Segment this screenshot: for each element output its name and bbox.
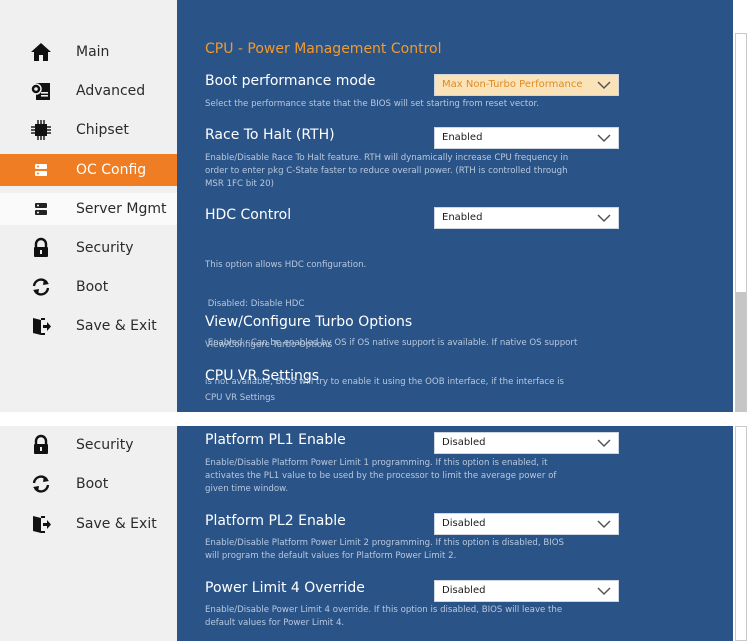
option-description: Enable/Disable Power Limit 4 override. I… (205, 604, 615, 630)
desc-line: will program the default values for Plat… (205, 551, 457, 561)
desc-line: Select the performance state that the BI… (205, 99, 540, 109)
option-name-boot-performance-mode: Boot performance mode (205, 73, 376, 89)
section-title: CPU - Power Management Control (205, 41, 442, 57)
oc-config-icon (30, 159, 52, 181)
option-name-platform-pl2-enable: Platform PL2 Enable (205, 513, 346, 529)
exit-icon (30, 513, 52, 535)
exit-icon (30, 315, 52, 337)
option-name-power-limit-4-override: Power Limit 4 Override (205, 580, 365, 596)
sidebar-item-boot[interactable]: Boot (0, 271, 177, 303)
option-description: Enable/Disable Platform Power Limit 1 pr… (205, 457, 615, 496)
desc-line: MSR 1FC bit 20) (205, 179, 274, 189)
sidebar-item-label: Boot (76, 279, 109, 295)
sidebar-item-label: Server Mgmt (76, 201, 167, 217)
desc-line: CPU VR Settings (205, 393, 276, 403)
dropdown-value: Max Non-Turbo Performance (442, 79, 583, 90)
platform-pl2-enable-dropdown[interactable]: Disabled (434, 513, 619, 535)
refresh-icon (30, 473, 52, 495)
sidebar-item-label: OC Config (76, 162, 147, 178)
desc-line: View/Configure Turbo Options (205, 340, 333, 350)
desc-line: Enable/Disable Platform Power Limit 2 pr… (205, 538, 564, 548)
platform-pl1-enable-dropdown[interactable]: Disabled (434, 432, 619, 454)
option-description: CPU VR Settings (205, 392, 615, 405)
option-description: View/Configure Turbo Options (205, 339, 615, 352)
chip-icon (30, 119, 52, 141)
power-limit-4-override-dropdown[interactable]: Disabled (434, 580, 619, 602)
desc-line: Enable/Disable Platform Power Limit 1 pr… (205, 458, 548, 468)
sidebar-item-label: Security (76, 240, 134, 256)
option-name-platform-pl1-enable: Platform PL1 Enable (205, 432, 346, 448)
chevron-down-icon (597, 214, 611, 223)
sidebar-item-save-exit[interactable]: Save & Exit (0, 508, 177, 540)
sidebar-item-label: Advanced (76, 83, 146, 99)
option-description: Select the performance state that the BI… (205, 98, 615, 111)
advanced-icon (30, 80, 52, 102)
dropdown-value: Disabled (442, 437, 486, 448)
option-description: Enable/Disable Race To Halt feature. RTH… (205, 152, 615, 191)
sidebar-item-main[interactable]: Main (0, 36, 177, 68)
desc-line: activates the PL1 value to be used by th… (205, 471, 557, 481)
scrollbar-thumb[interactable] (736, 292, 746, 412)
chevron-down-icon (597, 81, 611, 90)
chevron-down-icon (597, 439, 611, 448)
dropdown-value: Enabled (442, 132, 483, 143)
turbo-options-link[interactable]: View/Configure Turbo Options (205, 314, 412, 330)
dropdown-value: Disabled (442, 518, 486, 529)
desc-line: order to enter pkg C-State faster to red… (205, 166, 568, 176)
sidebar-item-label: Main (76, 44, 110, 60)
bios-screen-top: Main Advanced Chipset OC Config Server M… (0, 0, 754, 412)
sidebar-menu: Security Boot Save & Exit (0, 426, 177, 641)
chevron-down-icon (597, 587, 611, 596)
sidebar-item-security[interactable]: Security (0, 232, 177, 264)
sidebar-menu: Main Advanced Chipset OC Config Server M… (0, 0, 177, 412)
scrollbar-track[interactable] (735, 426, 747, 641)
dropdown-value: Disabled (442, 585, 486, 596)
sidebar-item-label: Save & Exit (76, 516, 157, 532)
lock-icon (30, 237, 52, 259)
sidebar-item-oc-config[interactable]: OC Config (0, 154, 177, 186)
desc-line: Disabled: Disable HDC (205, 299, 305, 309)
refresh-icon (30, 276, 52, 298)
option-name-race-to-halt: Race To Halt (RTH) (205, 127, 335, 143)
bios-screen-bottom: Security Boot Save & Exit Platform PL1 E… (0, 426, 754, 641)
sidebar-item-save-exit[interactable]: Save & Exit (0, 310, 177, 342)
sidebar-item-chipset[interactable]: Chipset (0, 114, 177, 146)
boot-performance-mode-dropdown[interactable]: Max Non-Turbo Performance (434, 74, 619, 96)
home-icon (30, 41, 52, 63)
sidebar-item-label: Save & Exit (76, 318, 157, 334)
sidebar-item-server-mgmt[interactable]: Server Mgmt (0, 193, 177, 225)
option-name-hdc-control: HDC Control (205, 207, 292, 223)
sidebar-item-security[interactable]: Security (0, 429, 177, 461)
sidebar-item-label: Boot (76, 476, 109, 492)
dropdown-value: Enabled (442, 212, 483, 223)
hdc-control-dropdown[interactable]: Enabled (434, 207, 619, 229)
server-icon (30, 198, 52, 220)
chevron-down-icon (597, 134, 611, 143)
sidebar-item-advanced[interactable]: Advanced (0, 75, 177, 107)
cpu-vr-settings-link[interactable]: CPU VR Settings (205, 368, 319, 384)
chevron-down-icon (597, 520, 611, 529)
sidebar-item-boot[interactable]: Boot (0, 468, 177, 500)
sidebar-item-label: Chipset (76, 122, 129, 138)
sidebar-item-label: Security (76, 437, 134, 453)
lock-icon (30, 434, 52, 456)
desc-line: This option allows HDC configuration. (205, 260, 367, 270)
desc-line: given time window. (205, 484, 289, 494)
desc-line: default values for Power Limit 4. (205, 618, 345, 628)
race-to-halt-dropdown[interactable]: Enabled (434, 127, 619, 149)
desc-line: Enable/Disable Power Limit 4 override. I… (205, 605, 563, 615)
option-description: Enable/Disable Platform Power Limit 2 pr… (205, 537, 615, 563)
desc-line: Enable/Disable Race To Halt feature. RTH… (205, 153, 569, 163)
